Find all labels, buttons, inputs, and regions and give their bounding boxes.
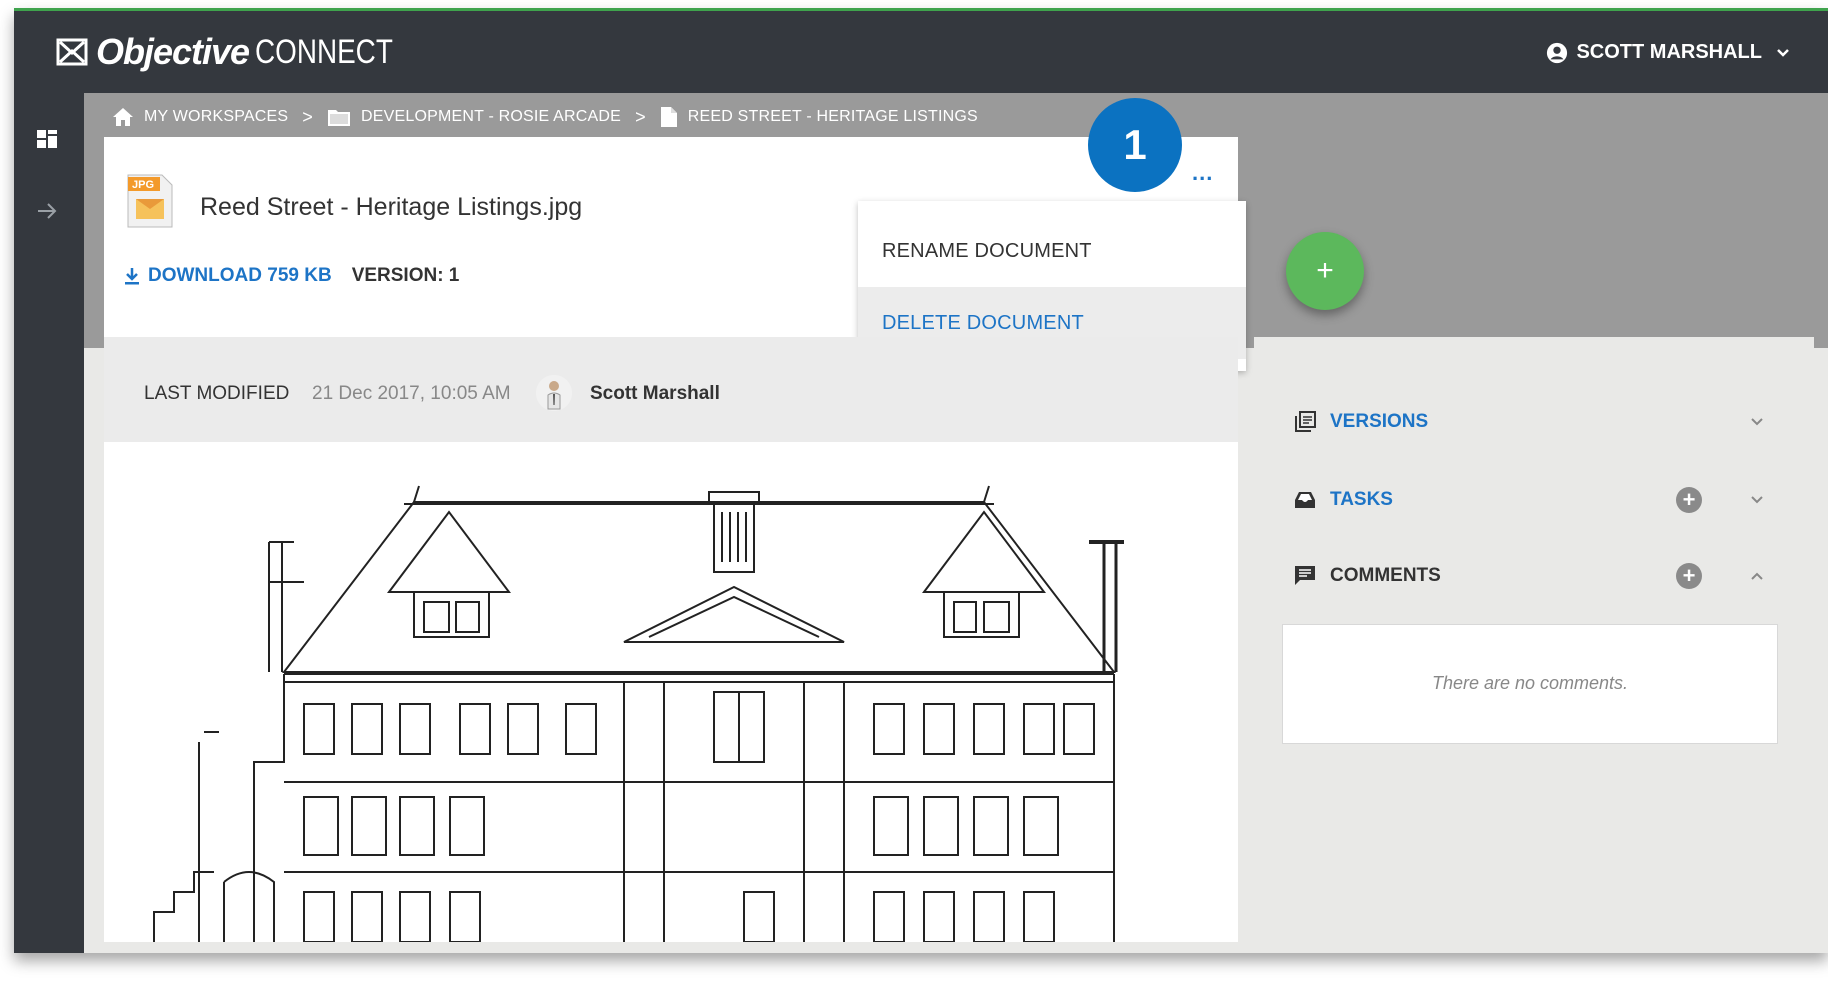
top-bar: Objective CONNECT SCOTT MARSHALL (14, 11, 1828, 93)
version-label: VERSION: 1 (351, 265, 460, 286)
versions-label: VERSIONS (1330, 411, 1429, 432)
last-modified-date: 21 Dec 2017, 10:05 AM (312, 383, 511, 404)
last-modified-label: LAST MODIFIED (144, 383, 290, 404)
comments-section[interactable]: COMMENTS + (1294, 563, 1764, 589)
logo-text-light: CONNECT (255, 32, 393, 71)
download-label: DOWNLOAD 759 KB (148, 265, 332, 286)
dashboard-icon[interactable] (36, 129, 58, 149)
user-name: SCOTT MARSHALL (1576, 41, 1762, 63)
app-logo[interactable]: Objective CONNECT (56, 31, 423, 73)
side-panel: VERSIONS TASKS + COMMENTS + There are no… (1254, 337, 1814, 942)
folder-icon (327, 110, 350, 126)
jpg-file-icon: JPG (127, 174, 173, 228)
breadcrumb-item-reed-street[interactable]: REED STREET - HERITAGE LISTINGS (688, 108, 978, 126)
versions-section[interactable]: VERSIONS (1294, 411, 1764, 433)
tasks-section[interactable]: TASKS + (1294, 487, 1764, 513)
comment-icon (1295, 566, 1315, 585)
modified-by-user: Scott Marshall (590, 383, 720, 404)
breadcrumb-item-development[interactable]: DEVELOPMENT - ROSIE ARCADE (361, 108, 621, 126)
avatar (536, 375, 572, 411)
chevron-down-icon[interactable] (1750, 495, 1764, 505)
no-comments-message: There are no comments. (1431, 673, 1629, 693)
inbox-tray-icon (1295, 492, 1315, 508)
breadcrumb-separator: > (302, 106, 313, 127)
logo-mark-icon (56, 38, 88, 66)
callout-badge: 1 (1088, 98, 1182, 192)
download-icon (125, 268, 139, 285)
left-rail (14, 93, 84, 953)
add-task-button[interactable]: + (1676, 487, 1702, 513)
breadcrumb-separator: > (635, 106, 646, 127)
breadcrumb-item-workspaces[interactable]: MY WORKSPACES (144, 108, 288, 126)
chevron-down-icon (1777, 48, 1789, 57)
expand-arrow-icon[interactable] (36, 201, 58, 221)
document-icon (660, 107, 677, 127)
document-actions: DOWNLOAD 759 KB VERSION: 1 (124, 265, 459, 287)
add-comment-button[interactable]: + (1676, 563, 1702, 589)
versions-icon (1295, 411, 1316, 432)
add-fab-button[interactable]: + (1286, 232, 1364, 310)
menu-spacer (858, 201, 1246, 215)
document-title: Reed Street - Heritage Listings.jpg (200, 193, 583, 221)
comments-list: There are no comments. (1282, 624, 1778, 744)
user-menu[interactable]: SCOTT MARSHALL (1546, 41, 1798, 64)
account-circle-icon (1547, 42, 1568, 63)
more-options-button[interactable]: ... (1192, 160, 1213, 186)
home-icon (113, 108, 133, 126)
heritage-building-drawing (153, 485, 1124, 942)
document-preview (104, 442, 1238, 942)
chevron-down-icon[interactable] (1750, 417, 1764, 427)
breadcrumb: MY WORKSPACES > DEVELOPMENT - ROSIE ARCA… (112, 106, 978, 128)
download-link[interactable]: DOWNLOAD 759 KB (124, 265, 332, 287)
rename-document-item[interactable]: RENAME DOCUMENT (858, 215, 1246, 287)
svg-text:JPG: JPG (132, 179, 154, 191)
logo-text-bold: Objective (96, 31, 250, 72)
tasks-label: TASKS (1330, 489, 1393, 510)
chevron-up-icon[interactable] (1750, 571, 1764, 581)
last-modified-bar: LAST MODIFIED 21 Dec 2017, 10:05 AM Scot… (104, 337, 1238, 443)
comments-label: COMMENTS (1330, 565, 1441, 586)
